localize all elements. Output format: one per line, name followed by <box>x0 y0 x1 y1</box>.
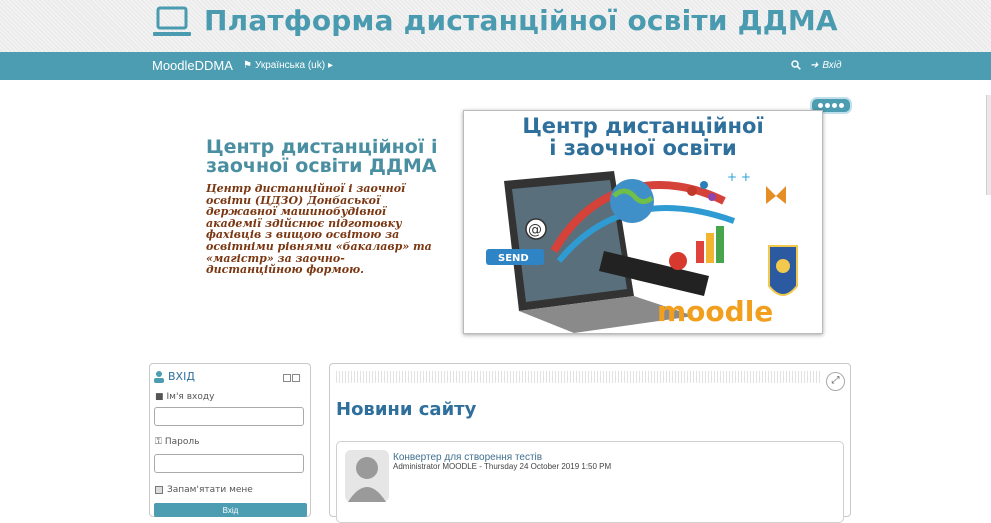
username-input[interactable] <box>154 407 304 426</box>
login-block-title: ВХІД <box>168 370 195 383</box>
remember-checkbox[interactable] <box>155 486 163 494</box>
brand-link[interactable]: MoodleDDMA <box>152 58 233 73</box>
block-controls[interactable] <box>283 374 300 382</box>
login-label: Вхід <box>822 60 842 71</box>
avatar <box>345 450 389 502</box>
banner-title: Центр дистанційної і заочної освіти <box>464 115 822 159</box>
slider-dot[interactable] <box>832 103 837 108</box>
password-input[interactable] <box>154 454 304 473</box>
moodle-logo: moodle <box>657 295 773 328</box>
promo-title: Центр дистанційної і заочної освіти ДДМА <box>206 136 438 177</box>
user-icon: ■ <box>155 392 164 402</box>
login-block-header: ВХІД <box>154 370 195 383</box>
user-icon <box>154 370 164 383</box>
password-label-row: ⚿ Пароль <box>155 437 199 447</box>
login-icon: ➜ <box>810 60 819 71</box>
login-link[interactable]: ➜ Вхід <box>810 60 841 71</box>
collapse-icon[interactable] <box>283 374 291 382</box>
svg-text:@: @ <box>528 222 542 238</box>
username-label: Ім'я входу <box>166 392 215 402</box>
promo-text: Центр дистанційної і заочної освіти (ЦДЗ… <box>206 182 432 277</box>
news-title: Новини сайту <box>336 399 477 420</box>
laptop-icon <box>153 6 191 36</box>
banner-image: + + SEND @ moodle Центр дистанційної і з… <box>463 110 823 334</box>
login-block: ВХІД ■ Ім'я входу ⚿ Пароль Запам'ятати м… <box>149 363 311 517</box>
expand-icon[interactable]: ⤢ <box>826 372 845 391</box>
username-label-row: ■ Ім'я входу <box>155 392 214 402</box>
language-label: Українська (uk) <box>254 60 326 71</box>
slider-dot[interactable] <box>839 103 844 108</box>
banner-title-line: і заочної освіти <box>549 136 737 160</box>
side-tab[interactable] <box>986 95 991 195</box>
post-meta: Administrator MOODLE - Thursday 24 Octob… <box>393 462 612 471</box>
block-header-bar <box>336 371 821 383</box>
svg-text:+ +: + + <box>727 170 751 184</box>
flag-icon: ⚑ <box>243 60 252 71</box>
search-icon[interactable] <box>791 59 801 73</box>
news-block: ⤢ Новини сайту Конвертер для створення т… <box>329 363 851 523</box>
slider-dot[interactable] <box>825 103 830 108</box>
site-header: Платформа дистанційної освіти ДДМА <box>152 0 842 52</box>
banner-title-line: Центр дистанційної <box>522 114 764 138</box>
language-menu[interactable]: ⚑ Українська (uk) ▸ <box>243 60 333 71</box>
send-label: SEND <box>498 253 529 264</box>
site-title[interactable]: Платформа дистанційної освіти ДДМА <box>204 4 838 37</box>
dock-icon[interactable] <box>292 374 300 382</box>
slider-dot[interactable] <box>818 103 823 108</box>
key-icon: ⚿ <box>155 437 162 447</box>
remember-me[interactable]: Запам'ятати мене <box>155 485 253 495</box>
navbar: MoodleDDMA ⚑ Українська (uk) ▸ ➜ Вхід <box>0 52 991 80</box>
login-button[interactable]: Вхід <box>154 503 307 517</box>
remember-label: Запам'ятати мене <box>167 485 253 495</box>
caret-right-icon: ▸ <box>328 60 334 71</box>
news-post: Конвертер для створення тестів Administr… <box>336 441 844 523</box>
password-label: Пароль <box>164 437 200 447</box>
